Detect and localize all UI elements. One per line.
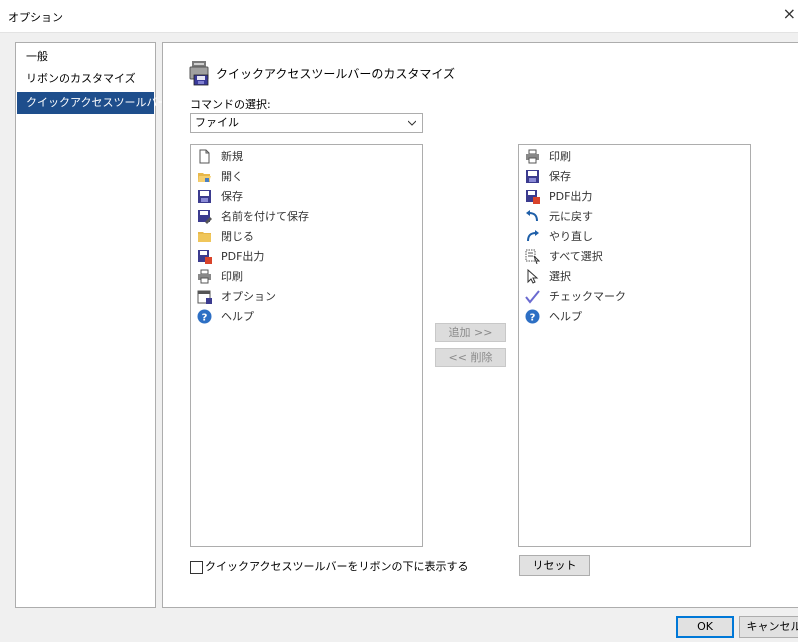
nav-item-ribbon-customize[interactable]: リボンのカスタマイズ [17,68,154,90]
nav-item-quick-access-toolbar[interactable]: クイックアクセスツールバー [17,92,168,114]
list-item-label: PDF出力 [549,190,593,203]
list-item-label: チェックマーク [549,290,626,303]
save-icon [526,170,539,183]
list-item-label: PDF出力 [221,250,265,263]
pointer-icon [527,269,539,284]
remove-button[interactable]: << 削除 [435,348,506,367]
new-document-icon [199,149,210,164]
chevron-down-icon [408,120,416,126]
close-folder-icon [198,232,211,242]
window-title: オプション [8,11,63,24]
checkbox-box[interactable] [190,561,203,574]
list-item-label: 保存 [549,170,571,183]
command-select-label: コマンドの選択: [190,98,271,111]
close-icon[interactable]: × [783,4,796,23]
list-item-label: 印刷 [549,150,571,163]
list-item-label: 保存 [221,190,243,203]
add-button[interactable]: 追加 >> [435,323,506,342]
print-icon [526,149,539,164]
help-icon: ? [525,309,540,324]
list-item-label: ヘルプ [549,310,582,323]
available-commands-list[interactable]: 新規 開く 保存 名前を付けて保存 閉じる PDF出力 印刷 オプション ? ヘ… [190,144,423,547]
title-bar: オプション × [0,0,798,33]
undo-icon [526,210,538,222]
options-nav: 一般 リボンのカスタマイズ クイックアクセスツールバー [15,42,168,608]
list-item-label: 閉じる [221,230,254,243]
open-folder-icon [198,173,211,182]
list-item-label: オプション [221,290,276,303]
svg-text:?: ? [530,313,536,324]
toolbar-commands-list[interactable]: 印刷 保存 PDF出力 元に戻す やり直し すべて選択 選択 チェックマーク ?… [518,144,751,547]
svg-text:?: ? [202,313,208,324]
list-item-label: すべて選択 [549,250,603,263]
pdf-export-icon [198,250,212,264]
nav-item-general[interactable]: 一般 [17,46,154,68]
print-icon [198,269,211,284]
list-item-label: やり直し [549,230,593,243]
select-all-icon [525,249,540,264]
section-title: クイックアクセスツールバーのカスタマイズ [216,67,456,81]
save-as-icon [198,210,212,224]
reset-button[interactable]: リセット [519,555,590,576]
list-item-label: 元に戻す [549,210,593,223]
pdf-export-icon [526,190,540,204]
list-item-label: 名前を付けて保存 [221,210,309,223]
list-item-label: 印刷 [221,270,243,283]
ok-button[interactable]: OK [676,616,734,638]
save-icon [198,190,211,203]
list-item-label: 開く [221,170,243,183]
cancel-button[interactable]: キャンセル [739,616,798,638]
list-item-label: ヘルプ [221,310,254,323]
list-item-label: 選択 [549,270,571,283]
quick-access-toolbar-icon [189,61,209,86]
command-category-value: ファイル [195,116,239,129]
help-icon: ? [197,309,212,324]
options-icon [197,290,212,304]
command-category-select[interactable]: ファイル [190,113,423,133]
checkmark-icon [525,290,540,304]
redo-icon [527,230,539,242]
list-item-label: 新規 [221,150,243,163]
checkbox-label: クイックアクセスツールバーをリボンの下に表示する [205,560,469,573]
